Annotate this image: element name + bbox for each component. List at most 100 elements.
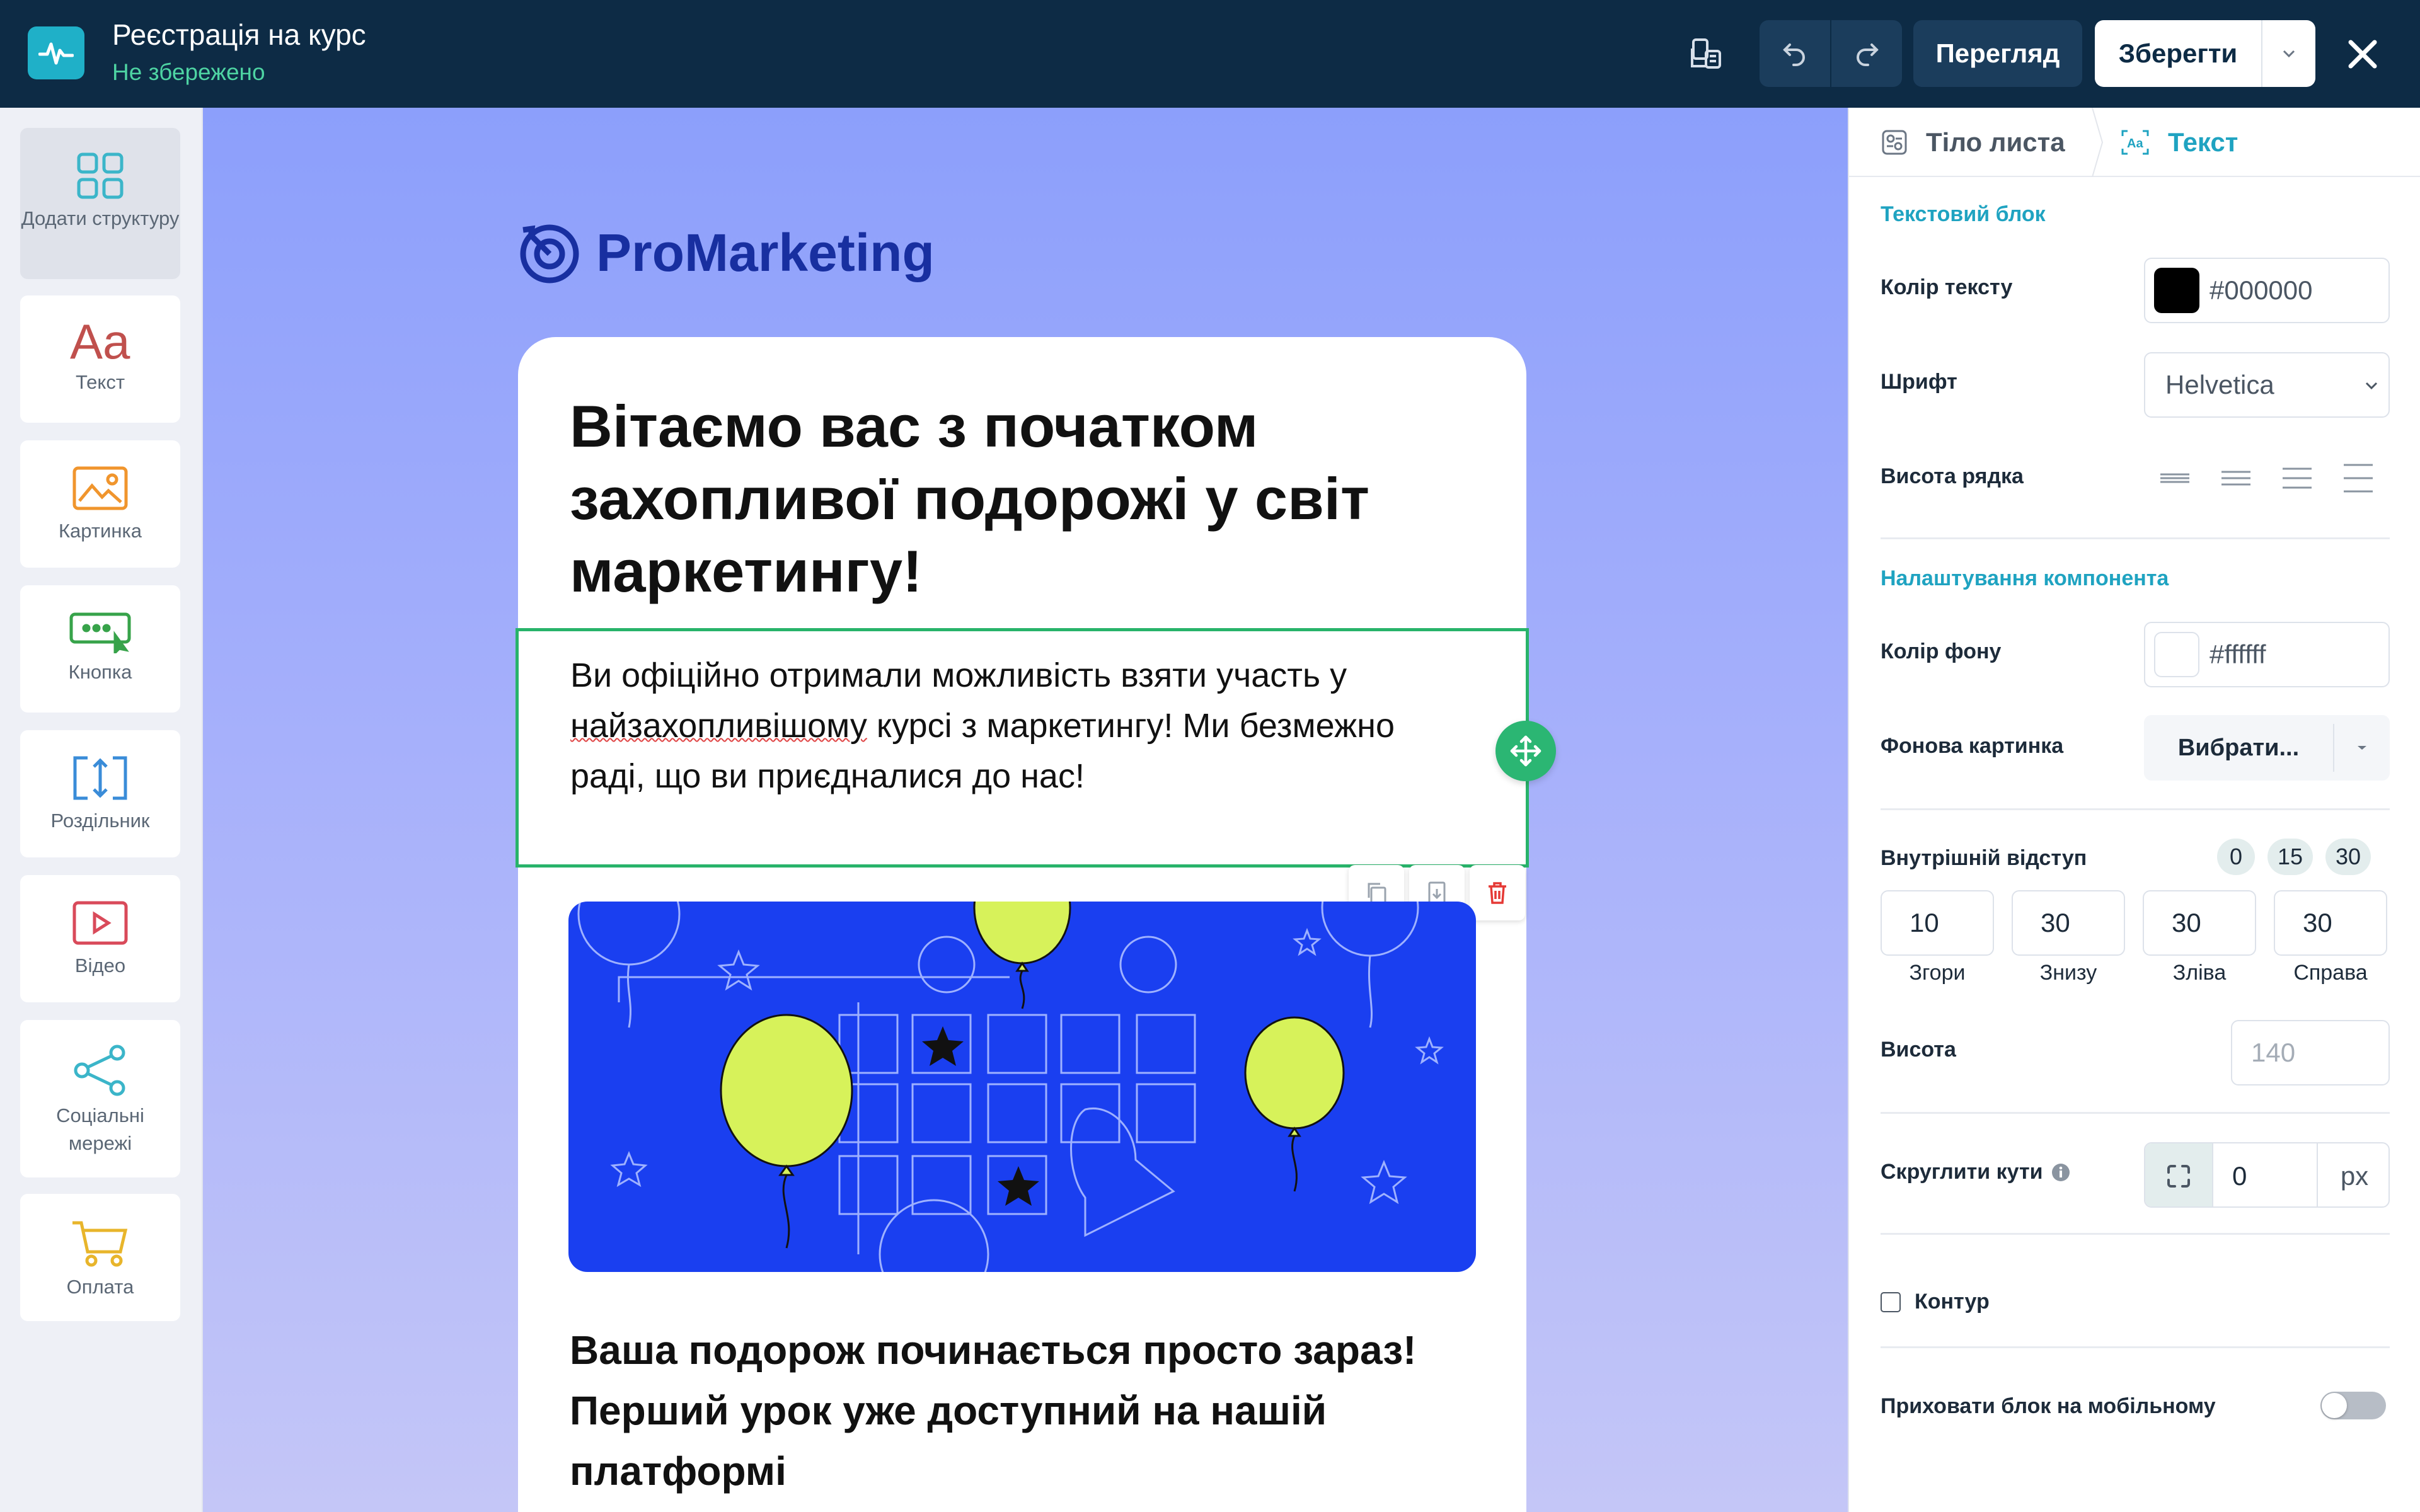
corners-icon xyxy=(2167,1165,2190,1188)
bg-color-swatch[interactable] xyxy=(2154,632,2199,677)
line-height-2[interactable] xyxy=(2205,447,2266,510)
video-icon xyxy=(72,901,128,945)
share-icon xyxy=(74,1045,125,1096)
close-icon xyxy=(2348,40,2377,69)
save-options-dropdown[interactable] xyxy=(2262,20,2315,87)
delete-block-button[interactable] xyxy=(1470,865,1525,920)
preview-button[interactable]: Перегляд xyxy=(1913,20,2082,87)
padding-preset-0[interactable]: 0 xyxy=(2217,839,2255,875)
padding-left-label: Зліва xyxy=(2172,961,2227,985)
target-logo-icon xyxy=(520,224,579,284)
app-logo-icon[interactable] xyxy=(28,26,84,79)
outline-label: Контур xyxy=(1915,1290,1990,1314)
font-label: Шрифт xyxy=(1881,370,1957,394)
line-height-3[interactable] xyxy=(2266,447,2327,510)
templates-icon[interactable] xyxy=(1684,32,1728,76)
bg-image-dropdown[interactable] xyxy=(2334,715,2390,781)
settings-panel: Тіло листа Aa Текст Текстовий блок Колір… xyxy=(1848,108,2420,1512)
chevron-down-icon xyxy=(2283,50,2295,58)
sidebar-item-add-structure[interactable]: Додати структуру xyxy=(20,128,180,279)
email-subheading[interactable]: Ваша подорож починається просто зараз! П… xyxy=(570,1320,1490,1501)
corner-radius-label: Скруглити кути xyxy=(1881,1160,2071,1184)
padding-right-label: Справа xyxy=(2293,961,2368,985)
component-section-title: Налаштування компонента xyxy=(1881,566,2169,590)
bg-image-picker: Вибрати... xyxy=(2144,715,2390,781)
text-color-label: Колір тексту xyxy=(1881,275,2013,299)
radius-unit: px xyxy=(2340,1161,2369,1191)
height-input[interactable]: 140 xyxy=(2231,1020,2390,1085)
undo-button[interactable] xyxy=(1760,20,1830,87)
hide-mobile-label: Приховати блок на мобільному xyxy=(1881,1394,2216,1418)
padding-bottom-input[interactable]: 30 xyxy=(2012,890,2125,956)
text-color-input[interactable]: #000000 xyxy=(2144,258,2390,323)
trash-icon xyxy=(1489,882,1506,904)
sidebar-item-button[interactable]: Кнопка xyxy=(20,585,180,713)
redo-button[interactable] xyxy=(1831,20,1902,87)
outline-checkbox[interactable] xyxy=(1881,1292,1901,1312)
sidebar-item-label: Соціальні мережі xyxy=(56,1104,144,1154)
top-bar: Реєстрація на курс Не збережено Перегляд… xyxy=(0,0,2420,108)
sidebar-item-divider[interactable]: Роздільник xyxy=(20,730,180,857)
body-settings-icon xyxy=(1882,130,1907,155)
undo-icon xyxy=(1783,43,1805,66)
settings-tabs: Тіло листа Aa Текст xyxy=(1849,108,2420,177)
padding-right-input[interactable]: 30 xyxy=(2274,890,2387,956)
text-block-section-title: Текстовий блок xyxy=(1881,202,2046,226)
sidebar-item-video[interactable]: Відео xyxy=(20,875,180,1002)
email-canvas: ProMarketing Вітаємо вас з початком захо… xyxy=(203,108,1848,1512)
line-height-1[interactable] xyxy=(2144,447,2205,510)
move-icon xyxy=(1510,735,1541,767)
save-button-group: Зберегти xyxy=(2095,20,2315,87)
sidebar-item-label: Кнопка xyxy=(68,661,132,683)
button-icon xyxy=(69,612,131,653)
choose-bg-image-button[interactable]: Вибрати... xyxy=(2144,715,2333,781)
brand-logo[interactable]: ProMarketing xyxy=(518,221,935,284)
sidebar-item-label: Відео xyxy=(74,954,126,976)
sidebar-item-label: Додати структуру xyxy=(21,207,180,229)
cart-icon xyxy=(72,1221,128,1267)
chevron-down-icon xyxy=(2365,382,2378,390)
corner-radius-input[interactable]: 0 xyxy=(2213,1143,2317,1206)
tab-email-body[interactable]: Тіло листа xyxy=(1881,108,2065,177)
email-paragraph[interactable]: Ви офіційно отримали можливість взяти уч… xyxy=(570,650,1453,801)
text-settings-icon: Aa xyxy=(2121,130,2149,155)
bg-color-input[interactable]: #ffffff xyxy=(2144,622,2390,687)
bg-color-label: Колір фону xyxy=(1881,639,2002,663)
save-button[interactable]: Зберегти xyxy=(2095,20,2261,87)
sidebar-item-label: Роздільник xyxy=(50,810,150,832)
text-aa-icon: Aa xyxy=(70,319,130,364)
close-editor-button[interactable] xyxy=(2336,30,2390,78)
padding-bottom-label: Знизу xyxy=(2039,961,2097,985)
document-title[interactable]: Реєстрація на курс xyxy=(112,18,366,52)
hide-mobile-toggle[interactable] xyxy=(2320,1392,2386,1419)
sidebar-item-payment[interactable]: Оплата xyxy=(20,1194,180,1321)
padding-top-label: Згори xyxy=(1909,961,1966,985)
email-headline[interactable]: Вітаємо вас з початком захопливої подоро… xyxy=(570,390,1477,607)
padding-left-input[interactable]: 30 xyxy=(2143,890,2256,956)
image-icon xyxy=(72,466,128,510)
selected-text-block[interactable]: Ви офіційно отримали можливість взяти уч… xyxy=(516,628,1556,868)
padding-top-input[interactable]: 10 xyxy=(1881,890,1994,956)
corners-toggle-button[interactable] xyxy=(2145,1143,2212,1206)
sidebar-item-label: Оплата xyxy=(66,1276,134,1298)
outline-option: Контур xyxy=(1881,1290,1990,1314)
undo-redo-group xyxy=(1760,20,1902,87)
sidebar-item-label: Картинка xyxy=(59,520,142,542)
save-status: Не збережено xyxy=(112,59,265,85)
sidebar-item-social[interactable]: Соціальні мережі xyxy=(20,1020,180,1177)
tab-text[interactable]: Aa Текст xyxy=(2120,108,2238,177)
move-block-handle[interactable] xyxy=(1495,721,1556,781)
sidebar-item-image[interactable]: Картинка xyxy=(20,440,180,568)
padding-preset-30[interactable]: 30 xyxy=(2325,839,2371,875)
sidebar-item-label: Текст xyxy=(75,371,125,393)
padding-preset-15[interactable]: 15 xyxy=(2267,839,2313,875)
sidebar-item-text[interactable]: Aa Текст xyxy=(20,295,180,423)
text-color-swatch[interactable] xyxy=(2154,268,2199,313)
redo-icon xyxy=(1857,43,1879,66)
height-label: Висота xyxy=(1881,1038,1956,1062)
grid-icon xyxy=(77,152,124,199)
course-banner-image[interactable] xyxy=(568,902,1476,1272)
line-height-4[interactable] xyxy=(2327,447,2388,510)
font-select[interactable]: Helvetica xyxy=(2144,352,2390,418)
info-icon xyxy=(2051,1163,2070,1181)
